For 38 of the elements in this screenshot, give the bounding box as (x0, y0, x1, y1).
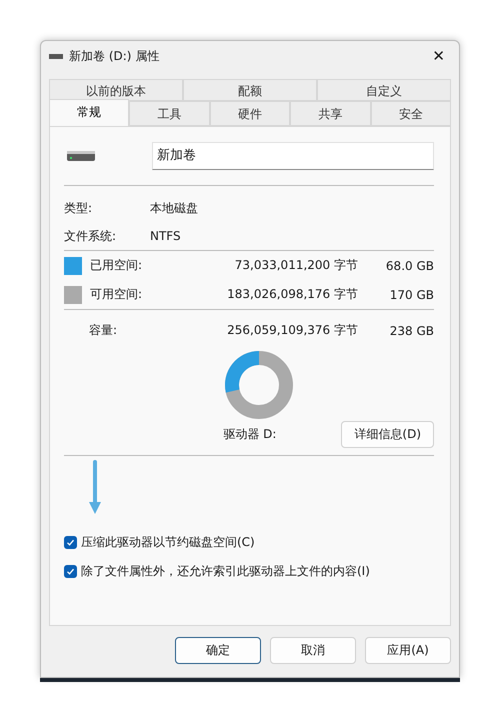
space-bytes: 183,026,098,176 字节 (227, 286, 358, 303)
checkbox[interactable] (64, 565, 77, 578)
tab[interactable]: 共享 (290, 101, 371, 126)
dialog-button[interactable]: 应用(A) (365, 637, 451, 664)
tab[interactable]: 配额 (183, 79, 317, 101)
tab[interactable]: 硬件 (210, 101, 290, 126)
capacity-size: 238 GB (388, 324, 434, 338)
details-button[interactable]: 详细信息(D) (341, 420, 434, 448)
info-label: 文件系统: (64, 228, 118, 244)
arrow-icon (88, 460, 102, 516)
space-bytes: 73,033,011,200 字节 (234, 257, 358, 274)
check-icon (66, 567, 75, 576)
space-label: 已用空间: (90, 257, 144, 274)
tab[interactable]: 自定义 (317, 79, 451, 101)
info-value: 本地磁盘 (150, 200, 198, 216)
drive-label: 驱动器 D: (223, 426, 276, 442)
space-label: 可用空间: (90, 286, 144, 303)
tab[interactable]: 以前的版本 (49, 79, 183, 101)
window-title: 新加卷 (D:) 属性 (69, 48, 160, 64)
space-size: 170 GB (388, 288, 434, 302)
space-size: 68.0 GB (384, 258, 434, 272)
capacity-label: 容量: (88, 322, 118, 339)
dialog-button[interactable]: 确定 (175, 637, 261, 664)
name-field[interactable]: 新加卷 (152, 142, 434, 170)
capacity-bytes: 256,059,109,376 字节 (227, 322, 358, 339)
close-button[interactable]: ✕ (426, 47, 451, 65)
tab[interactable]: 安全 (370, 101, 452, 126)
tab[interactable]: 常规 (49, 99, 130, 127)
checkbox-label: 压缩此驱动器以节约磁盘空间(C) (81, 534, 255, 551)
dialog-button[interactable]: 取消 (270, 637, 356, 664)
info-label: 类型: (64, 200, 94, 216)
tab[interactable]: 工具 (129, 101, 210, 126)
checkbox-label: 除了文件属性外，还允许索引此驱动器上文件的内容(I) (81, 563, 370, 580)
drive-icon (49, 54, 63, 58)
checkbox[interactable] (64, 536, 77, 549)
check-icon (66, 538, 75, 547)
drive-icon (66, 149, 96, 163)
info-value: NTFS (150, 229, 181, 243)
